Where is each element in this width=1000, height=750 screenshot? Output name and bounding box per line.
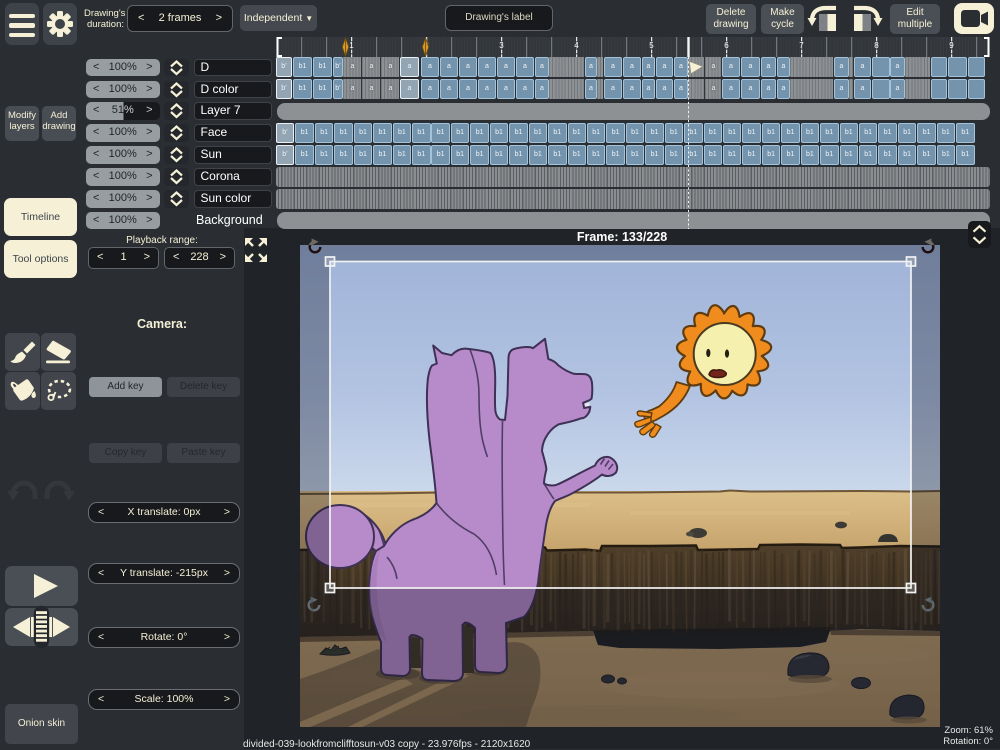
svg-text:8: 8 — [874, 41, 879, 50]
svg-text:6: 6 — [724, 41, 729, 50]
svg-text:4: 4 — [574, 41, 579, 50]
svg-text:9: 9 — [949, 41, 954, 50]
svg-text:7: 7 — [799, 41, 804, 50]
svg-text:1: 1 — [349, 41, 354, 50]
svg-text:5: 5 — [649, 41, 654, 50]
svg-text:3: 3 — [499, 41, 504, 50]
